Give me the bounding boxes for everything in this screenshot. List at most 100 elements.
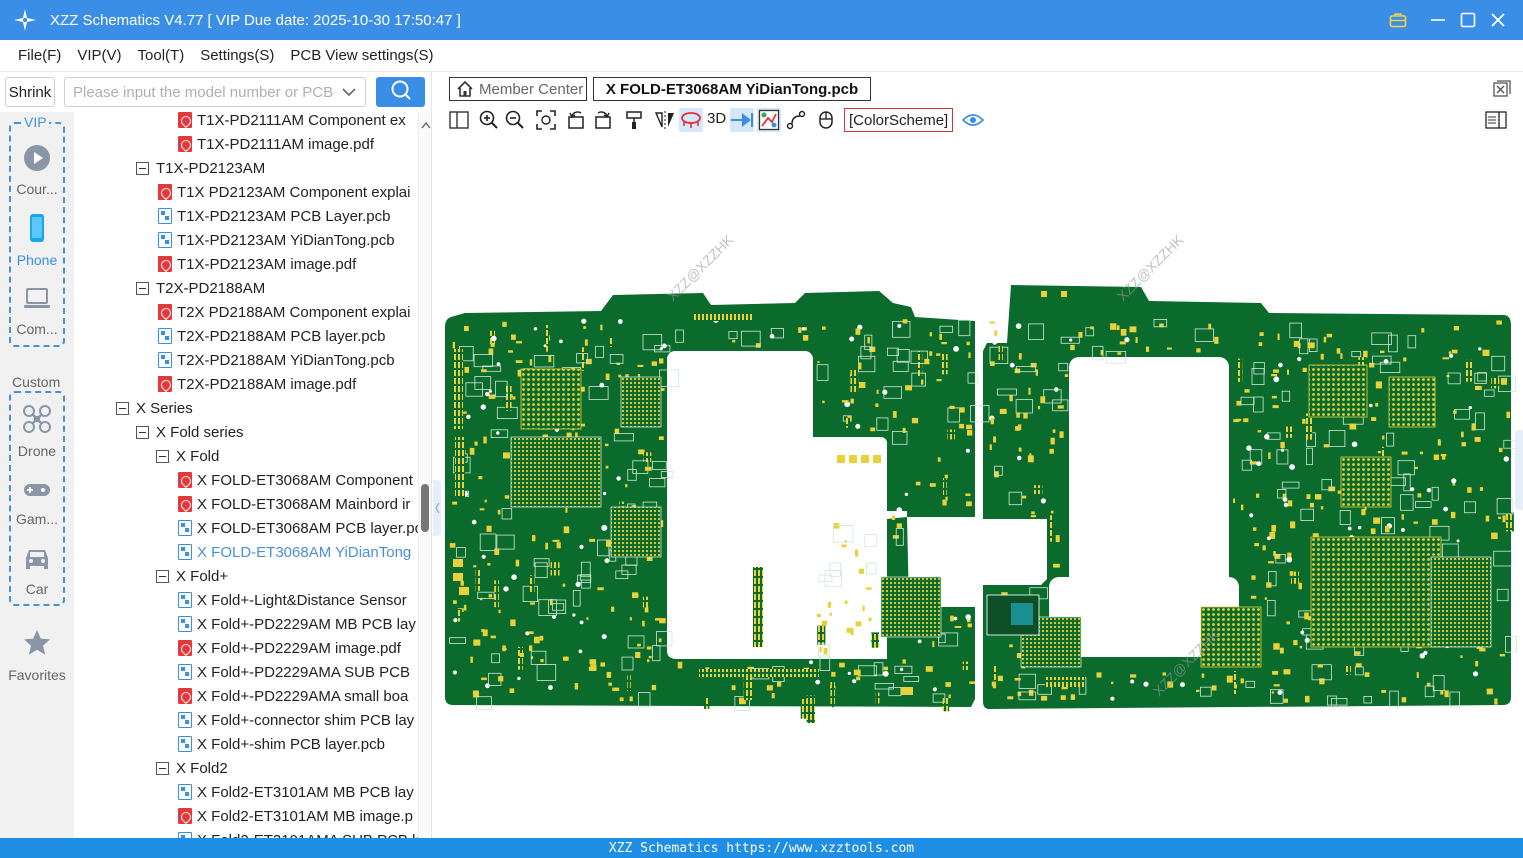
side-panel-toggle-icon[interactable] xyxy=(1484,108,1508,132)
eye-icon[interactable] xyxy=(961,108,985,132)
mouse-mode-icon[interactable] xyxy=(814,108,838,132)
shrink-button[interactable]: Shrink xyxy=(5,77,55,107)
split-view-icon[interactable] xyxy=(447,108,471,132)
measure-line-icon[interactable] xyxy=(784,108,808,132)
collapse-toggle-icon[interactable] xyxy=(136,281,149,295)
pcb-canvas[interactable]: XZZ@XZZHK XZZ@XZZHK XZZ@XZZHK xyxy=(441,137,1523,838)
category-car[interactable]: Car xyxy=(8,544,66,597)
collapse-toggle-icon[interactable] xyxy=(156,761,169,775)
menu-file[interactable]: File(F) xyxy=(18,47,61,64)
tree-item-label: T1X-PD2123AM image.pdf xyxy=(177,255,357,273)
tree-item-label: X FOLD-ET3068AM Mainbord ir xyxy=(197,495,411,513)
close-button[interactable] xyxy=(1488,0,1508,40)
tree-folder[interactable]: X Series xyxy=(74,396,418,420)
search-icon xyxy=(390,79,412,106)
tree-file[interactable]: X FOLD-ET3068AM PCB layer.pc xyxy=(74,516,418,540)
zoom-in-icon[interactable] xyxy=(477,108,501,132)
tree-folder[interactable]: X Fold series xyxy=(74,420,418,444)
tree-file[interactable]: X FOLD-ET3068AM YiDianTong xyxy=(74,540,418,564)
pcb-file-icon xyxy=(178,712,192,728)
tab-pcb-file[interactable]: X FOLD-ET3068AM YiDianTong.pcb xyxy=(593,77,871,101)
vip-bag-icon[interactable] xyxy=(1386,0,1410,40)
rotate-right-icon[interactable] xyxy=(591,108,615,132)
tree-file[interactable]: X Fold+-PD2229AMA SUB PCB xyxy=(74,660,418,684)
tree-file[interactable]: X Fold2-ET3101AMA SUB PCB la xyxy=(74,828,418,838)
pcb-file-icon xyxy=(158,208,172,224)
category-drone[interactable]: Drone xyxy=(8,404,66,459)
mirror-flip-icon[interactable] xyxy=(653,108,677,132)
tree-file[interactable]: T1X PD2123AM Component explai xyxy=(74,180,418,204)
tree-file[interactable]: X Fold+-connector shim PCB lay xyxy=(74,708,418,732)
menu-tool[interactable]: Tool(T) xyxy=(138,47,185,64)
tree-file[interactable]: X Fold+-PD2229AM MB PCB lay xyxy=(74,612,418,636)
tree-folder[interactable]: T2X-PD2188AM xyxy=(74,276,418,300)
paint-brush-icon[interactable] xyxy=(622,108,646,132)
collapse-toggle-icon[interactable] xyxy=(136,425,149,439)
tree-file[interactable]: X Fold+-PD2229AM image.pdf xyxy=(74,636,418,660)
tree-file[interactable]: T2X-PD2188AM image.pdf xyxy=(74,372,418,396)
chevron-down-icon[interactable] xyxy=(341,84,357,105)
tree-scrollbar[interactable] xyxy=(418,112,431,838)
tree-file[interactable]: X Fold2-ET3101AM MB image.p xyxy=(74,804,418,828)
pdf-file-icon xyxy=(158,184,172,200)
pin-flow-icon[interactable] xyxy=(730,108,754,132)
collapse-panel-handle[interactable] xyxy=(433,480,441,536)
category-courses[interactable]: Cour... xyxy=(8,144,66,197)
tree-file[interactable]: T1X-PD2111AM Component ex xyxy=(74,112,418,132)
tab-member-center[interactable]: Member Center xyxy=(449,77,587,101)
net-highlight-icon[interactable] xyxy=(757,108,781,132)
collapse-toggle-icon[interactable] xyxy=(156,449,169,463)
maximize-button[interactable] xyxy=(1458,0,1478,40)
close-all-tabs-icon[interactable] xyxy=(1493,80,1511,103)
tree-file[interactable]: T1X-PD2111AM image.pdf xyxy=(74,132,418,156)
color-scheme-button[interactable]: [ColorScheme] xyxy=(844,108,954,132)
collapse-toggle-icon[interactable] xyxy=(116,401,129,415)
pcb-board-drawing[interactable]: XZZ@XZZHK XZZ@XZZHKXZZ@XZZHK xyxy=(441,137,1523,838)
tree-file[interactable]: X Fold+-shim PCB layer.pcb xyxy=(74,732,418,756)
tree-item-label: X Fold+-PD2229AM MB PCB lay xyxy=(197,615,416,633)
tree-folder[interactable]: X Fold2 xyxy=(74,756,418,780)
tree-file[interactable]: X Fold+-PD2229AMA small boa xyxy=(74,684,418,708)
tree-item-label: X FOLD-ET3068AM Component xyxy=(197,471,413,489)
status-bar: XZZ Schematics https://www.xzztools.com xyxy=(0,838,1523,858)
search-button[interactable] xyxy=(376,77,425,107)
category-computer[interactable]: Com... xyxy=(8,284,66,337)
tree-file[interactable]: X FOLD-ET3068AM Component xyxy=(74,468,418,492)
menu-pcb-view-settings[interactable]: PCB View settings(S) xyxy=(290,47,433,64)
category-favorites[interactable]: Favorites xyxy=(2,628,72,683)
tree-folder[interactable]: T1X-PD2123AM xyxy=(74,156,418,180)
tree-folder[interactable]: X Fold xyxy=(74,444,418,468)
search-input[interactable] xyxy=(73,83,335,101)
tree-item-label: X Series xyxy=(136,399,193,417)
category-games[interactable]: Gam... xyxy=(8,478,66,527)
collapse-toggle-icon[interactable] xyxy=(136,161,149,175)
tree-scrollbar-thumb[interactable] xyxy=(421,484,429,532)
collapse-toggle-icon[interactable] xyxy=(156,569,169,583)
minimize-button[interactable] xyxy=(1428,0,1448,40)
top-layer-icon[interactable] xyxy=(679,108,703,132)
tree-file[interactable]: T2X PD2188AM Component explai xyxy=(74,300,418,324)
scroll-up-arrow-icon[interactable] xyxy=(421,116,431,134)
fit-view-icon[interactable] xyxy=(534,108,558,132)
tree-item-label: T2X-PD2188AM YiDianTong.pcb xyxy=(177,351,395,369)
tree-file[interactable]: X Fold2-ET3101AM MB PCB lay xyxy=(74,780,418,804)
tree-item-label: X Fold+-Light&Distance Sensor xyxy=(197,591,407,609)
category-phone[interactable]: Phone xyxy=(8,213,66,268)
right-panel-handle[interactable] xyxy=(1515,430,1523,510)
panel-splitter[interactable] xyxy=(431,72,441,838)
tree-file[interactable]: T1X-PD2123AM YiDianTong.pcb xyxy=(74,228,418,252)
tree-file[interactable]: X FOLD-ET3068AM Mainbord ir xyxy=(74,492,418,516)
rotate-left-icon[interactable] xyxy=(564,108,588,132)
star-icon xyxy=(22,628,52,663)
tree-folder[interactable]: X Fold+ xyxy=(74,564,418,588)
menu-vip[interactable]: VIP(V) xyxy=(77,47,121,64)
zoom-out-icon[interactable] xyxy=(503,108,527,132)
tree-file[interactable]: T1X-PD2123AM image.pdf xyxy=(74,252,418,276)
tree-file[interactable]: T1X-PD2123AM PCB Layer.pcb xyxy=(74,204,418,228)
view-3d-button[interactable]: 3D xyxy=(707,110,726,127)
tree-file[interactable]: T2X-PD2188AM YiDianTong.pcb xyxy=(74,348,418,372)
tree-file[interactable]: T2X-PD2188AM PCB layer.pcb xyxy=(74,324,418,348)
tree-file[interactable]: X Fold+-Light&Distance Sensor xyxy=(74,588,418,612)
window-title: XZZ Schematics V4.77 [ VIP Due date: 202… xyxy=(50,11,461,29)
menu-settings[interactable]: Settings(S) xyxy=(200,47,274,64)
